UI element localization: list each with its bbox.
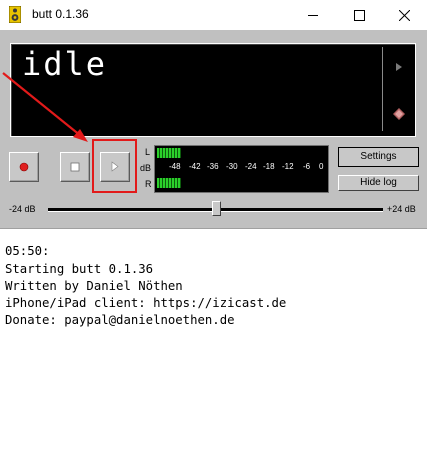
speaker-icon	[9, 6, 21, 23]
annotation-arrow-icon	[2, 72, 88, 142]
hide-log-button[interactable]: Hide log	[338, 175, 419, 191]
vu-scale-tick: -30	[226, 162, 238, 171]
vu-scale-tick: -48	[169, 162, 181, 171]
gain-min-label: -24 dB	[9, 204, 36, 214]
record-icon	[19, 162, 29, 172]
settings-button[interactable]: Settings	[338, 147, 419, 167]
vu-scale-tick: -18	[263, 162, 275, 171]
log-line: Donate: paypal@danielnoethen.de	[5, 313, 235, 327]
title-bar: butt 0.1.36	[0, 0, 427, 30]
maximize-button[interactable]	[336, 0, 382, 30]
vu-db-label: dB	[140, 163, 152, 173]
stop-icon	[70, 162, 80, 172]
gain-max-label: +24 dB	[387, 204, 416, 214]
close-icon	[399, 10, 410, 21]
log-panel[interactable]: 05:50: Starting butt 0.1.36 Written by D…	[0, 228, 427, 468]
vu-scale-tick: -24	[245, 162, 257, 171]
stop-button[interactable]	[60, 152, 90, 182]
annotation-highlight-box	[92, 139, 137, 193]
log-line: 05:50:	[5, 244, 50, 258]
close-button[interactable]	[381, 0, 427, 30]
vu-right-level	[157, 178, 181, 188]
log-line: Starting butt 0.1.36	[5, 262, 154, 276]
vu-scale-tick: -12	[282, 162, 294, 171]
display-separator	[382, 47, 383, 131]
vu-scale-tick: -6	[303, 162, 311, 171]
gain-slider-thumb[interactable]	[212, 201, 221, 216]
log-line: iPhone/iPad client: https://izicast.de	[5, 296, 287, 310]
vu-meter: -48 -42 -36 -30 -24 -18 -12 -6 0	[154, 145, 329, 193]
vu-scale-tick: -36	[207, 162, 219, 171]
minimize-button[interactable]	[290, 0, 336, 30]
maximize-icon	[354, 10, 365, 21]
vu-left-level	[157, 148, 181, 158]
vu-scale: -48 -42 -36 -30 -24 -18 -12 -6 0	[155, 161, 328, 175]
diamond-icon[interactable]	[393, 108, 405, 120]
minimize-icon	[308, 15, 318, 16]
next-arrow-icon[interactable]	[395, 62, 403, 72]
record-button[interactable]	[9, 152, 39, 182]
vu-left-label: L	[145, 147, 151, 157]
vu-right-label: R	[145, 179, 152, 189]
log-line: Written by Daniel Nöthen	[5, 279, 183, 293]
vu-scale-tick: 0	[319, 162, 324, 171]
vu-scale-tick: -42	[189, 162, 201, 171]
window-title: butt 0.1.36	[32, 7, 89, 21]
